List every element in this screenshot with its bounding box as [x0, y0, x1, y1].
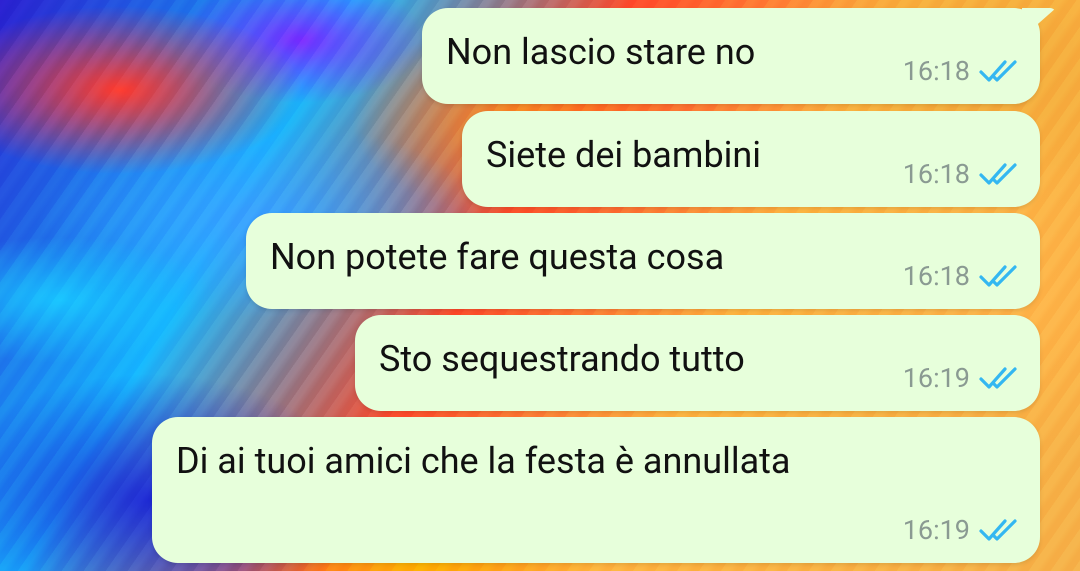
double-check-icon: [979, 60, 1017, 82]
message-time: 16:19: [902, 362, 970, 394]
message-meta: 16:19: [903, 515, 1022, 545]
message-time: 16:18: [902, 158, 970, 190]
message-text: Siete dei bambini: [486, 134, 762, 176]
message-meta: 16:18: [903, 159, 1022, 189]
message-list[interactable]: Non lascio stare no 16:18 Siete dei bamb…: [0, 0, 1080, 571]
message-meta: 16:18: [903, 261, 1022, 291]
message-time: 16:18: [902, 55, 970, 87]
message-bubble[interactable]: Siete dei bambini 16:18: [462, 111, 1040, 207]
message-bubble[interactable]: Di ai tuoi amici che la festa è annullat…: [152, 417, 1040, 563]
message-text: Non lascio stare no: [446, 31, 756, 73]
message-meta: 16:19: [903, 363, 1022, 393]
message-text: Di ai tuoi amici che la festa è annullat…: [176, 440, 791, 482]
double-check-icon: [979, 519, 1017, 541]
bubble-tail: [1022, 8, 1056, 38]
message-bubble[interactable]: Non potete fare questa cosa 16:18: [246, 213, 1040, 309]
message-text: Sto sequestrando tutto: [379, 338, 745, 380]
double-check-icon: [979, 265, 1017, 287]
message-time: 16:19: [902, 514, 970, 546]
message-bubble[interactable]: Non lascio stare no 16:18: [422, 8, 1056, 104]
message-time: 16:18: [902, 260, 970, 292]
message-meta: 16:18: [903, 56, 1022, 86]
double-check-icon: [979, 163, 1017, 185]
message-bubble[interactable]: Sto sequestrando tutto 16:19: [355, 315, 1040, 411]
message-text: Non potete fare questa cosa: [270, 236, 725, 278]
double-check-icon: [979, 367, 1017, 389]
